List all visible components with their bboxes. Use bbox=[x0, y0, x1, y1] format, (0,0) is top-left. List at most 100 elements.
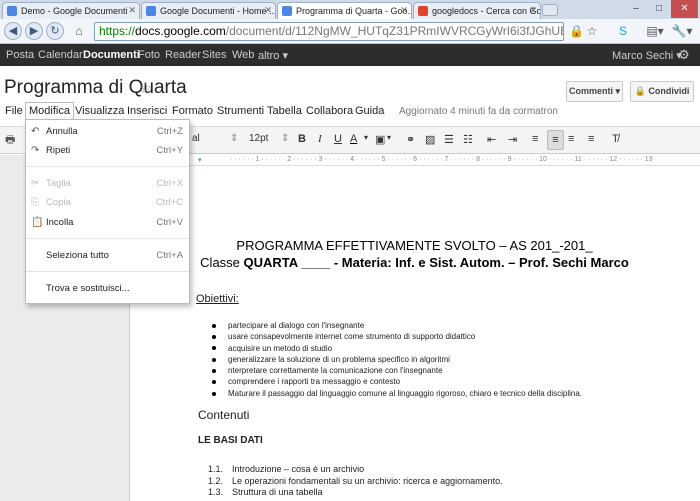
menu-item-label: Copia bbox=[46, 197, 71, 208]
share-button[interactable]: 🔒 Condividi bbox=[630, 81, 694, 102]
star-icon[interactable]: ☆ bbox=[139, 79, 152, 97]
align-right-icon[interactable]: ≡ bbox=[568, 133, 574, 145]
maximize-button[interactable]: □ bbox=[648, 0, 670, 18]
gbar-calendar[interactable]: Calendar bbox=[38, 49, 83, 61]
section-heading[interactable]: LE BASI DATI bbox=[198, 435, 263, 446]
list-item[interactable]: nterpretare correttamente la comunicazio… bbox=[212, 365, 582, 376]
increase-indent-icon[interactable]: ⇥ bbox=[508, 133, 517, 146]
menu-strumenti[interactable]: Strumenti bbox=[214, 104, 267, 118]
browser-tab[interactable]: googledocs - Cerca con Go... ✕ bbox=[413, 2, 541, 19]
list-item[interactable]: 1.1. Introduzione – cosa è un archivio bbox=[208, 464, 503, 476]
address-bar[interactable]: https://docs.google.com/document/d/112Ng… bbox=[94, 22, 564, 41]
menu-guida[interactable]: Guida bbox=[352, 104, 387, 118]
list-item[interactable]: usare consapevolmente internet come stru… bbox=[212, 331, 582, 342]
align-center-icon[interactable]: ≡ bbox=[547, 130, 564, 150]
indent-marker-icon[interactable]: ▾ bbox=[198, 156, 202, 164]
menu-item-cut[interactable]: ✂ Taglia Ctrl+X bbox=[26, 175, 189, 193]
bulleted-list-icon[interactable]: ☷ bbox=[463, 133, 473, 146]
doc-heading-1[interactable]: PROGRAMMA EFFETTIVAMENTE SVOLTO – AS 201… bbox=[129, 238, 700, 253]
menu-tabella[interactable]: Tabella bbox=[264, 104, 305, 118]
image-icon[interactable]: ▨ bbox=[425, 133, 435, 146]
home-icon[interactable]: ⌂ bbox=[70, 23, 88, 40]
close-window-button[interactable]: ✕ bbox=[671, 0, 698, 18]
docs-favicon-icon bbox=[146, 6, 156, 16]
menu-item-copy[interactable]: ⎘ Copia Ctrl+C bbox=[26, 194, 189, 212]
tab-title: Demo - Google Documenti bbox=[21, 6, 128, 16]
list-item[interactable]: acquisire un metodo di studio bbox=[212, 343, 582, 354]
menu-item-shortcut: Ctrl+Y bbox=[156, 145, 183, 156]
new-tab-button[interactable] bbox=[542, 4, 558, 16]
menu-visualizza[interactable]: Visualizza bbox=[72, 104, 127, 118]
back-button[interactable]: ◀ bbox=[4, 22, 22, 40]
page-menu-icon[interactable]: ▤▾ bbox=[645, 23, 665, 40]
justify-icon[interactable]: ≡ bbox=[588, 133, 594, 145]
list-item[interactable]: 1.2. Le operazioni fondamentali su un arc… bbox=[208, 476, 503, 488]
align-left-icon[interactable]: ≡ bbox=[532, 133, 538, 145]
italic-button[interactable]: I bbox=[318, 133, 322, 145]
font-size-select[interactable]: 12pt bbox=[249, 133, 268, 144]
gbar-documenti[interactable]: Documenti bbox=[83, 49, 140, 61]
font-family-select[interactable]: al bbox=[192, 133, 200, 144]
underline-button[interactable]: U bbox=[334, 133, 342, 145]
decrease-indent-icon[interactable]: ⇤ bbox=[487, 133, 496, 146]
minimize-button[interactable]: – bbox=[625, 0, 647, 18]
bullet-icon bbox=[212, 346, 216, 351]
list-item[interactable]: partecipare al dialogo con l'insegnante bbox=[212, 320, 582, 331]
menu-item-redo[interactable]: ↷ Ripeti Ctrl+Y bbox=[26, 142, 189, 160]
obiettivi-label[interactable]: Obiettivi: bbox=[196, 293, 239, 305]
close-icon[interactable]: ✕ bbox=[400, 5, 408, 16]
menu-item-select-all[interactable]: Seleziona tutto Ctrl+A bbox=[26, 247, 189, 265]
print-icon[interactable]: 🖶 bbox=[5, 131, 15, 150]
gbar-sites[interactable]: Sites bbox=[202, 49, 226, 61]
list-item-text: Struttura di una tabella bbox=[232, 487, 323, 497]
chevron-updown-icon[interactable]: ⇕ bbox=[281, 133, 289, 144]
document-title[interactable]: Programma di Quarta bbox=[4, 77, 187, 99]
menu-collabora[interactable]: Collabora bbox=[303, 104, 356, 118]
reload-button[interactable]: ↻ bbox=[46, 22, 64, 40]
comments-button[interactable]: Commenti ▾ bbox=[566, 81, 623, 102]
chevron-down-icon[interactable]: ▾ bbox=[364, 133, 368, 142]
skype-icon[interactable]: S bbox=[615, 23, 631, 40]
list-item[interactable]: Maturare il passaggio dal linguaggio com… bbox=[212, 388, 582, 399]
close-icon[interactable]: ✕ bbox=[264, 5, 272, 16]
menu-inserisci[interactable]: Inserisci bbox=[124, 104, 170, 118]
chevron-down-icon[interactable]: ▾ bbox=[387, 133, 391, 142]
doc-heading-2[interactable]: Classe QUARTA ____ - Materia: Inf. e Sis… bbox=[129, 255, 700, 270]
wrench-menu-icon[interactable]: 🔧▾ bbox=[670, 23, 694, 40]
chevron-updown-icon[interactable]: ⇕ bbox=[230, 133, 238, 144]
user-account-menu[interactable]: Marco Sechi ▾ bbox=[612, 49, 682, 62]
menu-item-undo[interactable]: ↶ Annulla Ctrl+Z bbox=[26, 123, 189, 141]
text-color-button[interactable]: A bbox=[350, 133, 357, 145]
list-item[interactable]: generalizzare la soluzione di un problem… bbox=[212, 354, 582, 365]
browser-tab[interactable]: Google Documenti - Home ... ✕ bbox=[141, 2, 276, 19]
close-icon[interactable]: ✕ bbox=[529, 5, 537, 16]
link-icon[interactable]: ⚭ bbox=[406, 133, 415, 146]
contenuti-heading[interactable]: Contenuti bbox=[198, 408, 249, 422]
ruler[interactable]: ▾ · · · · · · 1 · · · · · · 2 · · · · · … bbox=[190, 154, 700, 166]
browser-tab[interactable]: Demo - Google Documenti ✕ bbox=[2, 2, 140, 19]
forward-button[interactable]: ▶ bbox=[25, 22, 43, 40]
bookmark-star-icon[interactable]: ☆ bbox=[585, 23, 599, 40]
menu-file[interactable]: File bbox=[2, 104, 26, 118]
list-item-text: usare consapevolmente internet come stru… bbox=[228, 332, 476, 342]
clear-formatting-icon[interactable]: T̸ bbox=[612, 133, 619, 145]
bold-button[interactable]: B bbox=[298, 133, 306, 145]
menu-formato[interactable]: Formato bbox=[169, 104, 216, 118]
gbar-foto[interactable]: Foto bbox=[138, 49, 160, 61]
highlight-color-icon[interactable]: ▣ bbox=[375, 133, 385, 146]
gbar-web[interactable]: Web bbox=[232, 49, 254, 61]
close-icon[interactable]: ✕ bbox=[128, 5, 136, 16]
menu-item-paste[interactable]: 📋 Incolla Ctrl+V bbox=[26, 214, 189, 232]
gbar-posta[interactable]: Posta bbox=[6, 49, 34, 61]
list-item-text: acquisire un metodo di studio bbox=[228, 343, 333, 353]
gbar-reader[interactable]: Reader bbox=[165, 49, 201, 61]
list-item[interactable]: 1.3. Struttura di una tabella bbox=[208, 487, 503, 499]
menu-item-find-replace[interactable]: Trova e sostituisci... bbox=[26, 280, 189, 298]
browser-tab-active[interactable]: Programma di Quarta - Goo... ✕ bbox=[277, 2, 412, 19]
numbered-list-icon[interactable]: ☰ bbox=[444, 133, 454, 146]
lock-icon[interactable]: 🔒 bbox=[569, 23, 584, 40]
gbar-altro[interactable]: altro ▾ bbox=[258, 49, 288, 62]
gear-icon[interactable]: ⚙ bbox=[678, 47, 690, 63]
menu-item-label: Annulla bbox=[46, 126, 78, 137]
list-item[interactable]: comprendere i rapporti tra messaggio e c… bbox=[212, 376, 582, 387]
